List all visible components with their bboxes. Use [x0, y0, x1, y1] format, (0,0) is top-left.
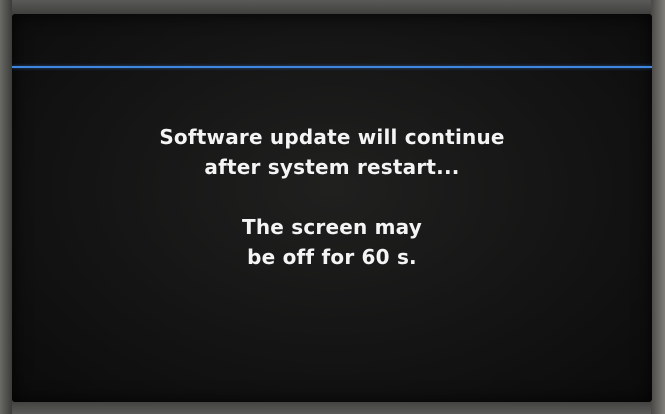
- bezel-left-edge: [0, 0, 12, 414]
- message-line-3: The screen may: [242, 215, 422, 239]
- message-line-1: Software update will continue: [159, 125, 505, 149]
- message-spacer: [12, 182, 652, 212]
- update-status-message: Software update will continue after syst…: [12, 122, 652, 272]
- bezel-right-edge: [651, 0, 665, 414]
- display-screen: Software update will continue after syst…: [12, 14, 652, 402]
- message-line-2: after system restart...: [204, 155, 460, 179]
- header-divider-line: [12, 66, 652, 68]
- message-line-4: be off for 60 s.: [247, 245, 417, 269]
